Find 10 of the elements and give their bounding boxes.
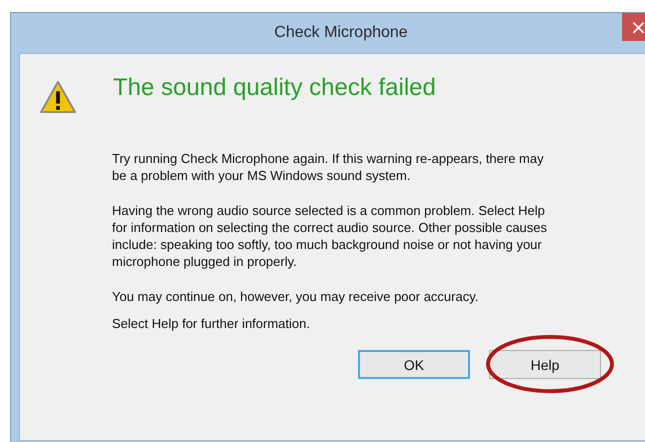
message-paragraph: Try running Check Microphone again. If this warning re-appears, there may be a problem with your MS Windows sound system. bbox=[112, 150, 545, 184]
warning-icon bbox=[39, 80, 77, 114]
close-button[interactable]: × bbox=[622, 13, 645, 41]
dialog-heading: The sound quality check failed bbox=[113, 74, 436, 102]
dialog-button[interactable]: OK bbox=[358, 350, 470, 379]
message-paragraph: Select Help for further information. bbox=[112, 315, 311, 332]
message-paragraph: You may continue on, however, you may receive poor accuracy. bbox=[112, 288, 480, 305]
window-title: Check Microphone bbox=[274, 24, 408, 42]
dialog-button[interactable]: Help bbox=[489, 350, 601, 379]
message-paragraph: Having the wrong audio source selected is a common problem. Select Help for information on selecting the correct audio source. Other possible causes include: speaking too softly, too much background noise or not having your microphone plugged in properly. bbox=[112, 202, 548, 270]
